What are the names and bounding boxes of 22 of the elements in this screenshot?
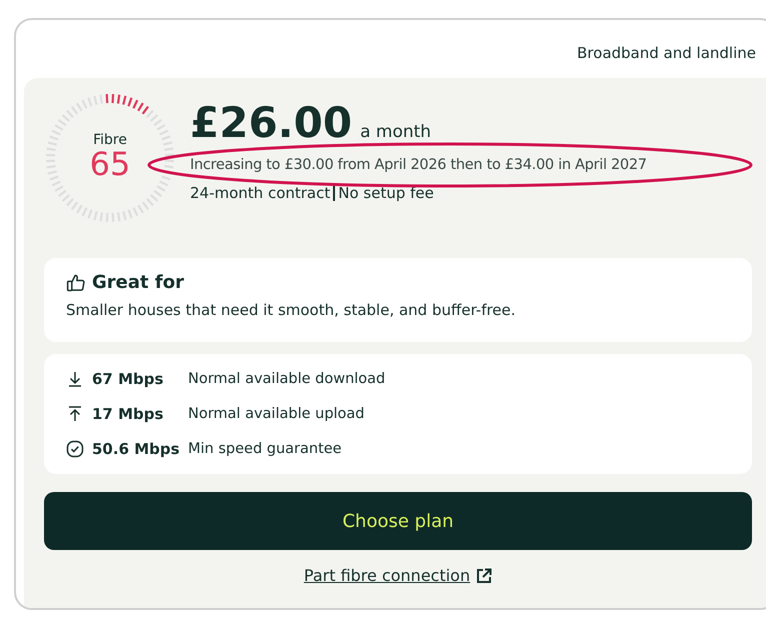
category-label: Broadband and landline: [577, 44, 756, 64]
speed-value: 17 Mbps: [92, 405, 164, 423]
great-for-text: Smaller houses that need it smooth, stable, and buffer-free.: [66, 301, 517, 319]
great-for-title: Great for: [92, 272, 184, 293]
gauge-number: 65: [90, 148, 130, 180]
part-fibre-link[interactable]: Part fibre connection: [304, 566, 470, 585]
price-increase-text: Increasing to £30.00 from April 2026 then to £34.00 in April 2027: [190, 157, 647, 173]
external-link-icon: [476, 568, 492, 584]
speed-label: Min speed guarantee: [188, 441, 342, 457]
thumbs-up-icon: [66, 272, 86, 292]
download-icon: [66, 370, 84, 388]
price: £26.00: [190, 102, 352, 144]
speed-label: Normal available upload: [188, 406, 365, 422]
price-period: a month: [360, 122, 432, 142]
setup-fee: No setup fee: [338, 184, 434, 202]
upload-icon: [66, 405, 84, 423]
speed-label: Normal available download: [188, 371, 386, 387]
speed-value: 67 Mbps: [92, 370, 164, 388]
choose-plan-button[interactable]: Choose plan: [44, 492, 752, 550]
gauge-label: Fibre: [93, 132, 127, 148]
contract-term: 24-month contract: [190, 184, 330, 202]
speed-value: 50.6 Mbps: [92, 440, 181, 458]
